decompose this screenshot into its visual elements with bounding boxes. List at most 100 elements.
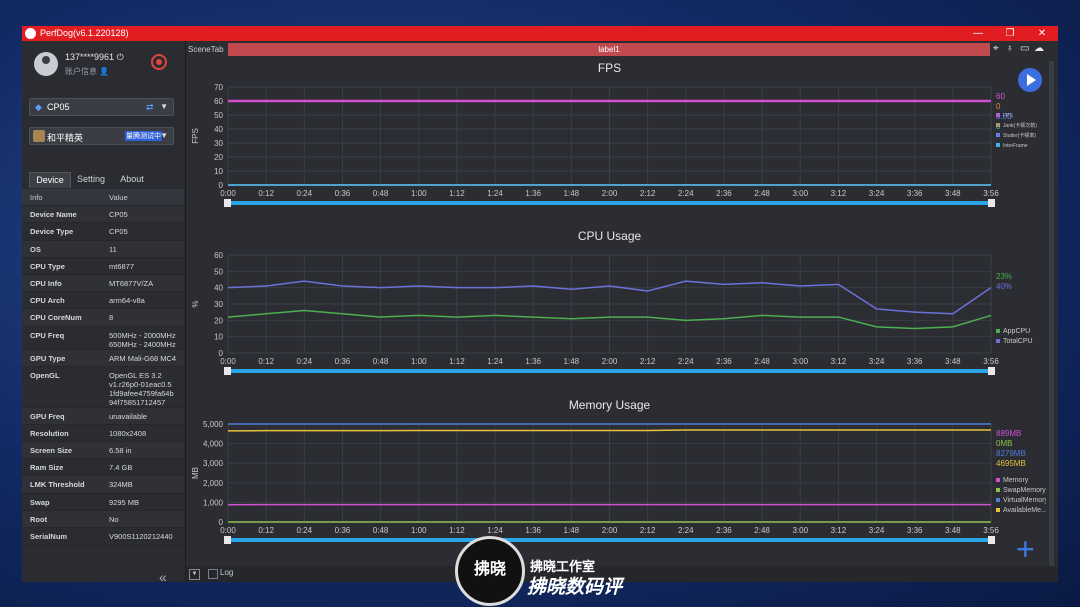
info-value: unavailable (109, 411, 147, 421)
log-label: Log (220, 568, 234, 577)
connection-icon[interactable]: ⇄ (146, 102, 154, 113)
info-row: CPU CoreNum 8 (22, 309, 184, 327)
info-key: Resolution (30, 428, 69, 438)
legend-swatch (996, 498, 1000, 502)
legend-swatch (996, 143, 1000, 147)
minimize-button[interactable]: — (966, 26, 990, 41)
account-info[interactable]: 账户信息 👤 (65, 66, 109, 77)
x-tick-label: 3:12 (831, 526, 847, 535)
info-key: CPU Arch (30, 296, 65, 306)
x-tick-label: 0:00 (220, 526, 236, 535)
chart-title: CPU Usage (578, 229, 642, 243)
slider-handle-left (224, 367, 231, 375)
x-tick-label: 0:48 (373, 189, 389, 198)
y-axis-label: FPS (191, 128, 200, 144)
label-bar[interactable]: label1 (228, 43, 990, 56)
time-range-slider (228, 538, 991, 542)
device-info-table: Info Value Device Name CP05 Device Type CP0… (22, 189, 184, 546)
info-row: Device Name CP05 (22, 206, 184, 224)
series-line-availableme (227, 429, 991, 432)
x-tick-label: 2:36 (716, 526, 732, 535)
close-button[interactable]: ✕ (1030, 26, 1054, 41)
x-tick-label: 1:24 (487, 189, 503, 198)
x-tick-label: 3:36 (907, 357, 923, 366)
x-tick-label: 2:48 (754, 526, 770, 535)
info-key: Device Name (30, 210, 77, 220)
info-key: CPU CoreNum (30, 313, 82, 323)
info-value: OpenGL ES 3.2 v1.r26p0-01eac0.5 1fd9afee… (109, 370, 174, 407)
slider-handle-left (224, 536, 231, 544)
info-row: Resolution 1080x2408 (22, 425, 184, 443)
info-row: CPU Type mt6877 (22, 258, 184, 275)
add-button[interactable]: + (1016, 533, 1035, 565)
info-value: CP05 (109, 210, 128, 220)
x-tick-label: 2:24 (678, 526, 694, 535)
avatar[interactable] (34, 52, 58, 76)
y-tick-label: 10 (214, 333, 223, 342)
vertical-scrollbar[interactable] (1049, 61, 1054, 566)
x-tick-label: 0:48 (373, 526, 389, 535)
x-tick-label: 2:48 (754, 189, 770, 198)
x-tick-label: 2:12 (640, 189, 656, 198)
y-tick-label: 3,000 (203, 459, 224, 468)
cloud-icon[interactable]: ☁ (1034, 43, 1044, 54)
record-button[interactable] (151, 54, 167, 70)
x-tick-label: 2:00 (602, 189, 618, 198)
x-tick-label: 3:48 (945, 189, 961, 198)
x-tick-label: 0:24 (297, 189, 313, 198)
app-dropdown-label: 和平精英 (47, 133, 84, 143)
folder-icon[interactable]: ▭ (1020, 43, 1029, 54)
info-value: mt6877 (109, 261, 135, 271)
x-tick-label: 3:36 (907, 526, 923, 535)
power-icon[interactable]: ⏻ (117, 52, 124, 62)
x-tick-label: 3:24 (869, 526, 885, 535)
collapse-sidebar-icon[interactable]: « (159, 569, 167, 582)
info-row: CPU Info MT6877V/ZA (22, 274, 184, 293)
pin-icon[interactable]: ♁ (1006, 43, 1014, 54)
location-icon[interactable]: ⌖ (993, 43, 999, 54)
expand-log-button[interactable]: ▼ (189, 569, 200, 580)
legend-label: VirtualMemory (1003, 497, 1046, 504)
tab-device[interactable]: Device (29, 172, 71, 188)
current-value: 60 (996, 92, 1005, 101)
info-key: Root (30, 514, 48, 524)
app-dropdown[interactable]: 和平精英 量腾测试中 ▼ (29, 127, 174, 145)
tab-setting[interactable]: Setting (71, 172, 111, 187)
info-value: 9295 MB (109, 497, 140, 507)
y-tick-label: 60 (214, 251, 223, 260)
chart-title: FPS (598, 61, 621, 75)
current-value: 4695MB (996, 459, 1026, 468)
y-tick-label: 4,000 (203, 440, 224, 449)
slider-handle-right (988, 367, 995, 375)
y-tick-label: 2,000 (203, 479, 224, 488)
info-row: OpenGL OpenGL ES 3.2 v1.r26p0-01eac0.5 1f… (22, 367, 184, 408)
legend-swatch (996, 508, 1000, 512)
maximize-button[interactable]: ❐ (998, 26, 1022, 41)
info-key: LMK Threshold (30, 480, 85, 490)
y-axis-label: % (191, 300, 200, 307)
info-value: 500MHz - 2000MHz 650MHz - 2400MHz (109, 330, 176, 349)
y-tick-label: 70 (214, 83, 223, 92)
y-tick-label: 10 (214, 167, 223, 176)
info-row: CPU Freq 500MHz - 2000MHz 650MHz - 2400MH… (22, 327, 184, 350)
legend-label: SwapMemory (1003, 487, 1046, 494)
x-tick-label: 1:36 (525, 189, 541, 198)
x-tick-label: 0:36 (335, 189, 351, 198)
header-info: Info (30, 193, 43, 202)
play-button[interactable] (1018, 68, 1042, 92)
y-tick-label: 30 (214, 139, 223, 148)
y-tick-label: 40 (214, 125, 223, 134)
tab-about[interactable]: About (113, 172, 151, 187)
x-tick-label: 3:24 (869, 189, 885, 198)
current-value: 889MB (996, 429, 1021, 438)
scene-tab[interactable]: SceneTab (186, 43, 224, 56)
x-tick-label: 3:36 (907, 189, 923, 198)
info-key: SerialNum (30, 532, 68, 541)
info-key: Device Type (30, 227, 74, 237)
log-checkbox[interactable] (208, 569, 218, 579)
x-tick-label: 3:48 (945, 526, 961, 535)
x-tick-label: 2:36 (716, 357, 732, 366)
x-tick-label: 3:12 (831, 189, 847, 198)
device-dropdown[interactable]: ◆ CP05 ⇄ ▼ (29, 98, 174, 116)
info-row: Device Type CP05 (22, 223, 184, 241)
